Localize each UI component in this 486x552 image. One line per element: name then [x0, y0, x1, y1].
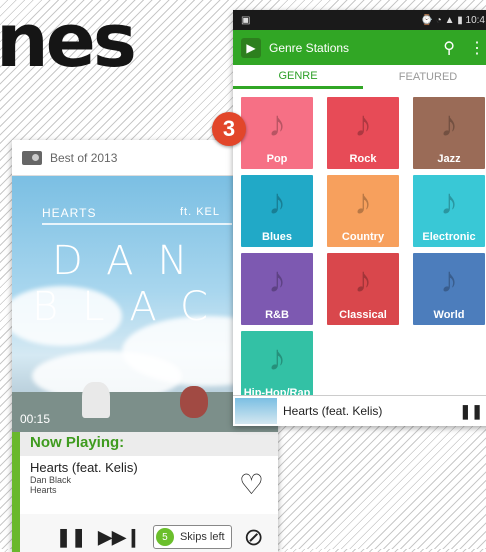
music-note-icon: ♪: [354, 103, 372, 144]
genre-label: World: [433, 309, 465, 321]
search-icon[interactable]: ⚲: [443, 38, 455, 58]
genre-label: Pop: [266, 153, 288, 165]
tab-bar: GENRE FEATURED: [233, 65, 486, 89]
genre-tile-country[interactable]: ♪ Country: [327, 175, 399, 247]
playback-time: 00:15: [20, 412, 51, 426]
mini-song-title: Hearts (feat. Kelis): [283, 404, 383, 418]
art-line1: DAN: [52, 238, 212, 284]
step-badge: 3: [212, 112, 246, 146]
mini-player[interactable]: Hearts (feat. Kelis) ❚❚: [233, 395, 486, 426]
status-time: 10:4: [465, 14, 485, 26]
genre-tile-rnb[interactable]: ♪ R&B: [241, 253, 313, 325]
genre-tile-blues[interactable]: ♪ Blues: [241, 175, 313, 247]
music-note-icon: ♪: [268, 259, 286, 300]
overflow-menu-icon[interactable]: ⋮: [469, 38, 485, 58]
tab-genre[interactable]: GENRE: [233, 65, 363, 89]
skips-label: Skips left: [179, 531, 225, 543]
genre-grid: ♪ Pop ♪ Rock ♪ Jazz ♪ Blues ♪ Country ♪ …: [233, 89, 486, 403]
music-note-icon: ♪: [268, 337, 286, 378]
art-ft-text: ft. KEL: [180, 206, 221, 218]
genre-tile-jazz[interactable]: ♪ Jazz: [413, 97, 485, 169]
music-note-icon: ♪: [354, 181, 372, 222]
genre-tile-world[interactable]: ♪ World: [413, 253, 485, 325]
station-title: Best of 2013: [50, 150, 118, 165]
pause-icon[interactable]: ❚❚: [56, 527, 86, 548]
music-note-icon: ♪: [268, 181, 286, 222]
art-figure-red: [180, 386, 208, 418]
mini-album-art: [235, 398, 277, 424]
playback-controls: ❚❚ ▶▶❙ 5 Skips left ⊘: [12, 514, 278, 552]
genre-label: Electronic: [422, 231, 476, 243]
genre-label: Classical: [339, 309, 387, 321]
song-title: Hearts (feat. Kelis): [30, 460, 138, 475]
tab-featured[interactable]: FEATURED: [363, 65, 486, 89]
skips-count: 5: [155, 528, 174, 546]
genre-stations-screen: ▣ ⌚ ◔ ▲ ▮ 10:4 ▶ Genre Stations ⚲ ⋮ GENR…: [233, 10, 486, 426]
music-note-icon: ♪: [354, 259, 372, 300]
status-icons: ⌚ ◔ ▲ ▮ 10:4: [420, 14, 485, 26]
genre-tile-classical[interactable]: ♪ Classical: [327, 253, 399, 325]
art-divider: [42, 223, 232, 225]
genre-label: Jazz: [437, 153, 461, 165]
skips-left-indicator: 5 Skips left: [152, 525, 232, 549]
genre-tile-electronic[interactable]: ♪ Electronic: [413, 175, 485, 247]
song-info: Hearts (feat. Kelis) Dan Black Hearts ♡: [12, 456, 278, 514]
app-logo-icon: ▶: [241, 37, 261, 58]
now-playing-label: Now Playing:: [12, 432, 278, 456]
heart-icon[interactable]: ♡: [239, 468, 264, 501]
ban-icon[interactable]: ⊘: [244, 523, 264, 552]
genre-tile-rock[interactable]: ♪ Rock: [327, 97, 399, 169]
song-album: Hearts: [30, 485, 57, 495]
genre-tile-pop[interactable]: ♪ Pop: [241, 97, 313, 169]
art-line2: BLAC: [32, 284, 232, 330]
app-bar: ▶ Genre Stations ⚲ ⋮: [233, 30, 486, 65]
music-note-icon: ♪: [440, 181, 458, 222]
genre-tile-hiphop[interactable]: ♪ Hip-Hop/Rap: [241, 331, 313, 403]
app-title: Genre Stations: [269, 40, 350, 55]
music-note-icon: ♪: [440, 259, 458, 300]
music-note-icon: ♪: [440, 103, 458, 144]
pause-icon[interactable]: ❚❚: [460, 403, 483, 420]
status-bar: ▣ ⌚ ◔ ▲ ▮ 10:4: [233, 10, 486, 30]
skip-next-icon[interactable]: ▶▶❙: [98, 527, 141, 548]
headline: nes: [0, 0, 137, 84]
art-figure-white: [82, 382, 110, 418]
genre-label: R&B: [265, 309, 289, 321]
music-note-icon: ♪: [268, 103, 286, 144]
notification-icon: ▣: [241, 14, 251, 26]
art-hearts-text: HEARTS: [42, 206, 97, 220]
song-artist: Dan Black: [30, 475, 72, 485]
genre-label: Country: [341, 231, 385, 243]
genre-label: Blues: [262, 231, 292, 243]
genre-label: Rock: [349, 153, 377, 165]
radio-icon: [22, 150, 42, 165]
